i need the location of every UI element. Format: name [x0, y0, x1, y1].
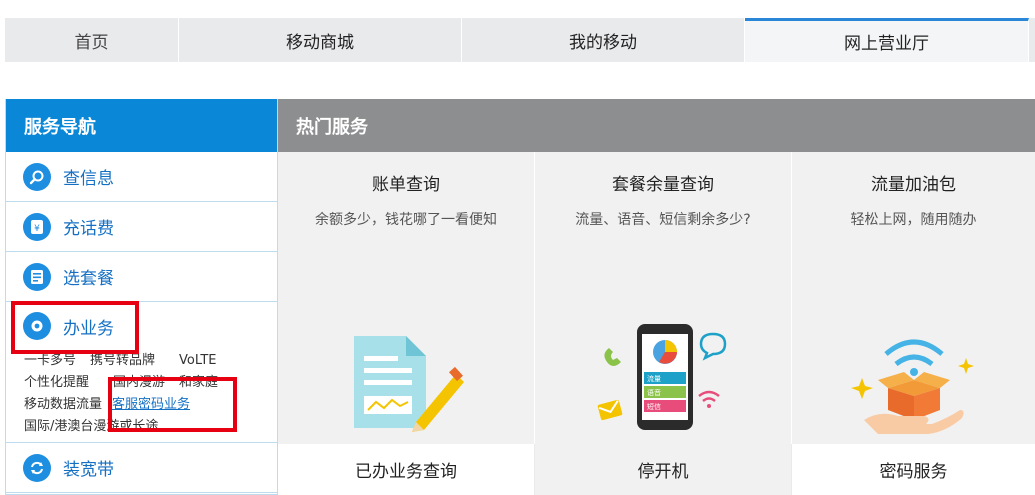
highlight-box-business	[11, 301, 139, 354]
phone-label-sms: 短信	[647, 402, 661, 411]
tab-overflow	[1029, 18, 1035, 62]
link-personal-reminder[interactable]: 个性化提醒	[24, 375, 89, 390]
link-brand-transfer[interactable]: 携号转品牌	[90, 353, 155, 368]
card-desc: 轻松上网，随用随办	[850, 212, 977, 228]
wallet-icon: ¥	[23, 212, 51, 241]
tab-my-mobile[interactable]: 我的移动	[462, 18, 745, 62]
tab-online-hall[interactable]: 网上营业厅	[745, 18, 1029, 62]
sidebar-item-label: 装宽带	[63, 460, 114, 480]
phone-label-voice: 语音	[647, 388, 661, 397]
sidebar-title: 服务导航	[6, 99, 277, 152]
service-nav-sidebar: 服务导航 查信息 ¥ 充话费 选套餐 办业务 一卡多号携号转品牌VoLTE	[5, 99, 278, 495]
card-desc: 余额多少，钱花哪了一看便知	[315, 212, 497, 228]
sidebar-item-label: 充话费	[63, 219, 114, 239]
card-data-booster[interactable]: 流量加油包 轻松上网，随用随办	[792, 152, 1035, 444]
svg-text:¥: ¥	[34, 224, 40, 234]
bill-document-icon	[354, 336, 464, 432]
highlight-box-password-link	[108, 377, 237, 432]
card-business-query[interactable]: 已办业务查询	[278, 444, 535, 495]
search-icon	[23, 162, 51, 191]
sidebar-item-choose-plan[interactable]: 选套餐	[6, 252, 277, 302]
link-volte[interactable]: VoLTE	[179, 353, 216, 368]
sidebar-item-label: 选套餐	[63, 269, 114, 289]
phone-usage-icon: 流量 语音 短信	[597, 324, 727, 430]
sidebar-item-query-info[interactable]: 查信息	[6, 152, 277, 202]
card-plan-balance-query[interactable]: 套餐余量查询 流量、语音、短信剩余多少? 流量 语音 短信	[535, 152, 792, 444]
hot-services-title: 热门服务	[278, 99, 1035, 152]
sidebar-item-label: 查信息	[63, 169, 114, 189]
broadband-icon	[23, 453, 51, 482]
link-multi-number[interactable]: 一卡多号	[24, 353, 76, 368]
card-password-service[interactable]: 密码服务	[792, 444, 1035, 495]
package-icon	[23, 262, 51, 291]
card-suspend-resume[interactable]: 停开机	[535, 444, 792, 495]
top-nav: 首页 移动商城 我的移动 网上营业厅	[5, 18, 1035, 62]
card-desc: 流量、语音、短信剩余多少?	[575, 212, 751, 228]
hot-services-grid: 账单查询 余额多少，钱花哪了一看便知 套餐余量查询 流量、语音、短信剩余多少?	[278, 152, 1035, 444]
card-title: 流量加油包	[871, 175, 956, 195]
tab-home[interactable]: 首页	[5, 18, 179, 62]
hot-services-bottom-row: 已办业务查询 停开机 密码服务	[278, 444, 1035, 495]
gift-box-icon	[850, 339, 974, 434]
card-title: 套餐余量查询	[612, 175, 714, 195]
phone-label-data: 流量	[647, 374, 661, 383]
card-title: 账单查询	[372, 175, 440, 195]
hot-services: 热门服务 账单查询 余额多少，钱花哪了一看便知 套餐余量查询 流量、语音、短信剩…	[278, 99, 1035, 495]
card-bill-query[interactable]: 账单查询 余额多少，钱花哪了一看便知	[278, 152, 535, 444]
sidebar-item-recharge[interactable]: ¥ 充话费	[6, 202, 277, 252]
tab-mobile-mall[interactable]: 移动商城	[179, 18, 462, 62]
sidebar-item-broadband[interactable]: 装宽带	[6, 443, 277, 493]
link-mobile-data[interactable]: 移动数据流量	[24, 397, 102, 412]
